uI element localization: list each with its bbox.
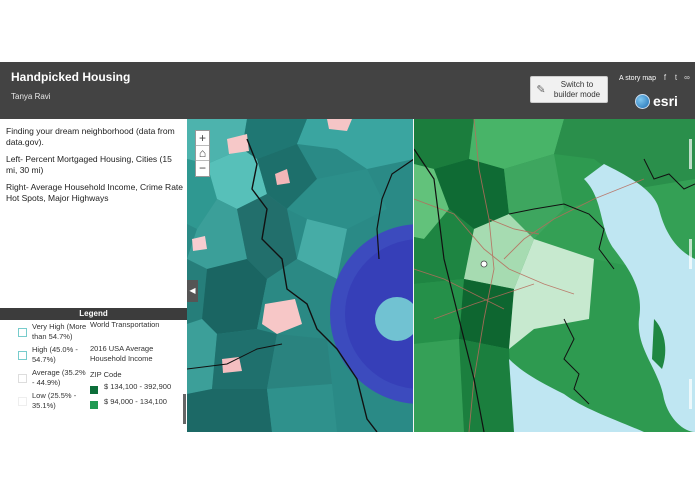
legend-swatch — [90, 386, 98, 394]
app-header: Handpicked Housing Tanya Ravi ✎ Switch t… — [0, 62, 695, 119]
story-map-app: Handpicked Housing Tanya Ravi ✎ Switch t… — [0, 0, 695, 494]
legend-label: Low (25.5% - 35.1%) — [32, 391, 77, 410]
income-map[interactable] — [414, 119, 695, 432]
legend-scrollbar[interactable] — [183, 394, 186, 424]
legend-item: Low (25.5% - 35.1%) — [18, 391, 88, 411]
home-button[interactable]: ⌂ — [196, 146, 209, 161]
author-name: Tanya Ravi — [11, 92, 51, 101]
legend-header[interactable]: Legend — [0, 308, 187, 320]
legend-label: Very High (More than 54.7%) — [32, 322, 87, 341]
zoom-out-button[interactable]: − — [196, 161, 209, 176]
legend-heading-transportation: World Transportation — [90, 320, 160, 329]
map-scrollbar[interactable] — [687, 119, 695, 432]
legend-item: Average (35.2% - 44.9%) — [18, 368, 88, 388]
facebook-icon[interactable]: f — [661, 74, 669, 82]
legend-label: Average (35.2% - 44.9%) — [32, 368, 86, 387]
legend-swatch — [18, 328, 27, 337]
globe-icon — [635, 93, 650, 109]
legend-label: $ 134,100 - 392,900 — [104, 382, 172, 391]
zoom-in-button[interactable]: + — [196, 131, 209, 146]
mortgage-legend: Very High (More than 54.7%) High (45.0% … — [18, 322, 88, 414]
twitter-icon[interactable]: t — [672, 74, 680, 82]
description: Finding your dream neighborhood (data fr… — [6, 126, 184, 210]
legend-swatch — [90, 401, 98, 409]
legend-swatch — [18, 351, 27, 360]
legend-heading-zip: ZIP Code — [90, 370, 122, 379]
mortgage-map[interactable] — [187, 119, 414, 432]
description-line-2: Left- Percent Mortgaged Housing, Cities … — [6, 154, 172, 175]
side-panel: Finding your dream neighborhood (data fr… — [0, 119, 187, 432]
builder-button-label: Switch to builder mode — [553, 79, 601, 99]
zoom-controls: + ⌂ − — [195, 130, 210, 177]
map-view[interactable]: + ⌂ − ◀ — [187, 119, 695, 432]
legend-swatch — [18, 374, 27, 383]
esri-wordmark: esri — [653, 93, 678, 109]
esri-logo[interactable]: esri — [635, 93, 678, 109]
legend-label: High (45.0% - 54.7%) — [32, 345, 78, 364]
legend-panel: Very High (More than 54.7%) High (45.0% … — [0, 320, 187, 432]
app-title: Handpicked Housing — [11, 70, 131, 84]
share-icons: f t ∞ — [661, 74, 691, 82]
income-legend: World Transportation 2016 USA Average Ho… — [90, 320, 185, 412]
description-line-1: Finding your dream neighborhood (data fr… — [6, 126, 175, 147]
legend-label: $ 94,000 - 134,100 — [104, 397, 167, 406]
legend-item: $ 94,000 - 134,100 — [90, 397, 185, 409]
legend-item: $ 134,100 - 392,900 — [90, 382, 185, 394]
switch-to-builder-button[interactable]: ✎ Switch to builder mode — [530, 76, 608, 103]
legend-item: High (45.0% - 54.7%) — [18, 345, 88, 365]
pencil-icon: ✎ — [536, 84, 546, 96]
legend-item: Very High (More than 54.7%) — [18, 322, 88, 342]
legend-heading-income: 2016 USA Average Household Income — [90, 344, 154, 363]
legend-swatch — [18, 397, 27, 406]
description-line-3: Right- Average Household Income, Crime R… — [6, 182, 184, 203]
link-icon[interactable]: ∞ — [683, 74, 691, 82]
story-map-label: A story map — [619, 75, 656, 82]
collapse-panel-button[interactable]: ◀ — [187, 280, 198, 302]
